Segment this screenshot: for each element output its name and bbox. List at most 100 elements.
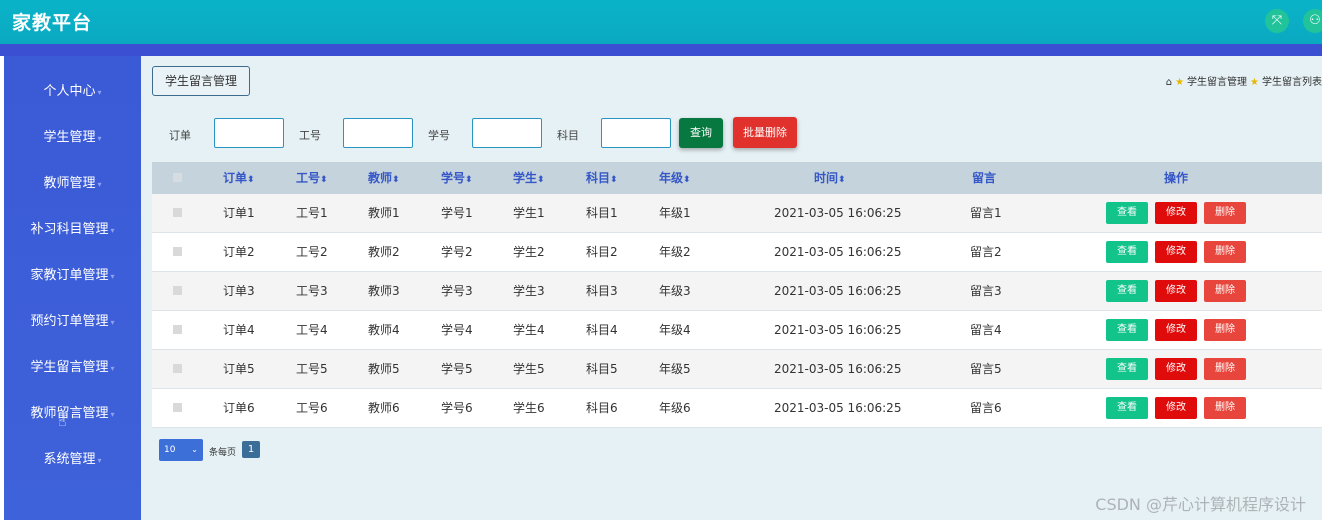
cell-student-no: 学号6 <box>441 401 473 415</box>
cell-student-no: 学号3 <box>441 284 473 298</box>
delete-button[interactable]: 删除 <box>1204 280 1246 302</box>
header-stripe <box>0 44 1322 56</box>
sidebar-item-appointments[interactable]: 预约订单管理 ▾ <box>4 309 141 335</box>
cell-teacher-no: 工号6 <box>296 401 328 415</box>
cell-teacher: 教师2 <box>368 245 400 259</box>
row-checkbox[interactable] <box>173 325 182 334</box>
cell-subject: 科目6 <box>586 401 618 415</box>
cell-time: 2021-03-05 16:06:25 <box>774 245 902 259</box>
row-checkbox[interactable] <box>173 403 182 412</box>
delete-button[interactable]: 删除 <box>1204 358 1246 380</box>
star-icon: ★ <box>1175 77 1185 88</box>
batch-delete-button[interactable]: 批量删除 <box>733 117 797 148</box>
edit-button[interactable]: 修改 <box>1155 397 1197 419</box>
sort-icon: ⬍ <box>683 175 691 185</box>
sidebar-item-tutor-orders[interactable]: 家教订单管理 ▾ <box>4 263 141 289</box>
sidebar-item-student-messages[interactable]: 学生留言管理 ▾ <box>4 355 141 381</box>
cell-student-no: 学号2 <box>441 245 473 259</box>
cell-time: 2021-03-05 16:06:25 <box>774 401 902 415</box>
column-header-actions: 操作 <box>1164 171 1189 185</box>
delete-button[interactable]: 删除 <box>1204 397 1246 419</box>
delete-button[interactable]: 删除 <box>1204 319 1246 341</box>
fullscreen-icon[interactable]: ⤧ <box>1265 9 1289 33</box>
row-checkbox[interactable] <box>173 286 182 295</box>
cell-teacher: 教师6 <box>368 401 400 415</box>
column-header-teacher-no[interactable]: 工号⬍ <box>296 162 328 194</box>
cell-student: 学生6 <box>513 401 545 415</box>
edit-button[interactable]: 修改 <box>1155 202 1197 224</box>
cell-teacher-no: 工号3 <box>296 284 328 298</box>
order-label: 订单 <box>169 129 191 142</box>
sidebar: 个人中心 ▾ 学生管理 ▾ 教师管理 ▾ 补习科目管理 ▾ 家教订单管理 ▾ 预约订单管理… <box>4 56 141 520</box>
page-title: 学生留言管理 <box>152 66 250 96</box>
page-number-button[interactable]: 1 <box>242 441 260 458</box>
order-input[interactable] <box>214 118 284 148</box>
column-header-grade[interactable]: 年级⬍ <box>659 162 691 194</box>
view-button[interactable]: 查看 <box>1106 319 1148 341</box>
edit-button[interactable]: 修改 <box>1155 319 1197 341</box>
cell-teacher-no: 工号1 <box>296 206 328 220</box>
table-header: 订单⬍ 工号⬍ 教师⬍ 学号⬍ 学生⬍ 科目⬍ 年级⬍ 时间⬍ 留言 操作 <box>152 162 1322 194</box>
view-button[interactable]: 查看 <box>1106 358 1148 380</box>
sort-icon: ⬍ <box>320 175 328 185</box>
view-button[interactable]: 查看 <box>1106 202 1148 224</box>
page-size-select[interactable]: 10 ⌄ <box>159 439 203 461</box>
subject-input[interactable] <box>601 118 671 148</box>
column-header-student-no[interactable]: 学号⬍ <box>441 162 473 194</box>
student-no-label: 学号 <box>428 129 450 142</box>
cell-student-no: 学号5 <box>441 362 473 376</box>
edit-button[interactable]: 修改 <box>1155 358 1197 380</box>
row-checkbox[interactable] <box>173 247 182 256</box>
student-no-input[interactable] <box>472 118 542 148</box>
column-header-teacher[interactable]: 教师⬍ <box>368 162 400 194</box>
sidebar-item-students[interactable]: 学生管理 ▾ <box>4 125 141 151</box>
hand-cursor-icon: ☝ <box>58 414 67 430</box>
view-button[interactable]: 查看 <box>1106 241 1148 263</box>
cell-time: 2021-03-05 16:06:25 <box>774 284 902 298</box>
main-content: 学生留言管理 ⌂ ★ 学生留言管理 ★ 学生留言列表 订单 工号 学号 科目 查询 批量… <box>141 56 1322 520</box>
cell-subject: 科目2 <box>586 245 618 259</box>
delete-button[interactable]: 删除 <box>1204 202 1246 224</box>
breadcrumb-item[interactable]: 学生留言管理 <box>1187 77 1247 88</box>
view-button[interactable]: 查看 <box>1106 397 1148 419</box>
sort-icon: ⬍ <box>465 175 473 185</box>
edit-button[interactable]: 修改 <box>1155 280 1197 302</box>
cell-student: 学生1 <box>513 206 545 220</box>
caret-down-icon: ▾ <box>110 318 115 327</box>
cell-time: 2021-03-05 16:06:25 <box>774 362 902 376</box>
home-icon[interactable]: ⌂ <box>1166 77 1172 88</box>
row-checkbox[interactable] <box>173 364 182 373</box>
sidebar-item-personal-center[interactable]: 个人中心 ▾ <box>4 79 141 105</box>
cell-teacher: 教师5 <box>368 362 400 376</box>
column-header-subject[interactable]: 科目⬍ <box>586 162 618 194</box>
sort-icon: ⬍ <box>392 175 400 185</box>
delete-button[interactable]: 删除 <box>1204 241 1246 263</box>
edit-button[interactable]: 修改 <box>1155 241 1197 263</box>
cell-message: 留言6 <box>970 401 1002 415</box>
teacher-no-input[interactable] <box>343 118 413 148</box>
cell-order: 订单1 <box>223 206 255 220</box>
cell-time: 2021-03-05 16:06:25 <box>774 206 902 220</box>
column-header-student[interactable]: 学生⬍ <box>513 162 545 194</box>
cell-student: 学生5 <box>513 362 545 376</box>
chevron-down-icon: ⌄ <box>191 445 198 454</box>
sidebar-item-subjects[interactable]: 补习科目管理 ▾ <box>4 217 141 243</box>
column-header-time[interactable]: 时间⬍ <box>814 162 846 194</box>
query-button[interactable]: 查询 <box>679 118 723 148</box>
cell-time: 2021-03-05 16:06:25 <box>774 323 902 337</box>
column-header-order[interactable]: 订单⬍ <box>223 162 255 194</box>
cell-order: 订单3 <box>223 284 255 298</box>
select-all-checkbox[interactable] <box>173 173 182 182</box>
table-row: 订单4 工号4 教师4 学号4 学生4 科目4 年级4 2021-03-05 1… <box>152 311 1322 350</box>
sort-icon: ⬍ <box>838 175 846 185</box>
breadcrumb: ⌂ ★ 学生留言管理 ★ 学生留言列表 <box>1166 73 1322 88</box>
cell-message: 留言1 <box>970 206 1002 220</box>
caret-down-icon: ▾ <box>110 226 115 235</box>
user-icon[interactable]: ⚇ <box>1303 9 1322 33</box>
sidebar-item-teacher-messages[interactable]: 教师留言管理 ▾ <box>4 401 141 427</box>
cell-order: 订单5 <box>223 362 255 376</box>
view-button[interactable]: 查看 <box>1106 280 1148 302</box>
sidebar-item-system[interactable]: 系统管理 ▾ <box>4 447 141 473</box>
sidebar-item-teachers[interactable]: 教师管理 ▾ <box>4 171 141 197</box>
row-checkbox[interactable] <box>173 208 182 217</box>
